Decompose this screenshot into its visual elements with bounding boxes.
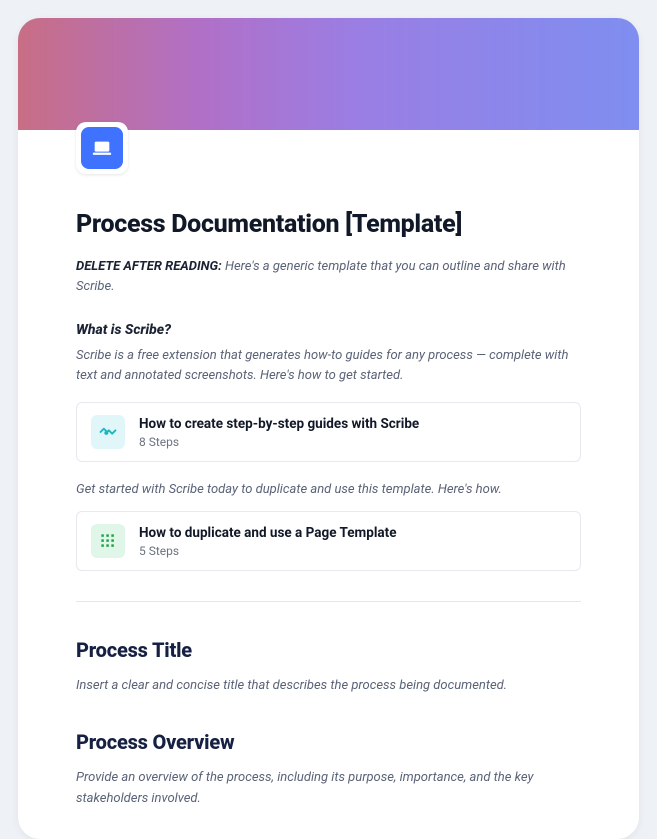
what-is-heading: What is Scribe? [76,322,581,338]
divider [76,601,581,602]
guide-info: How to create step-by-step guides with S… [139,416,419,449]
delete-note-label: DELETE AFTER READING: [76,259,222,274]
hero-gradient [18,18,639,130]
what-is-body: Scribe is a free extension that generate… [76,346,581,386]
between-text: Get started with Scribe today to duplica… [76,482,581,497]
document-body: Process Documentation [Template] DELETE … [18,130,639,839]
grid-icon [91,524,125,558]
section-heading-overview: Process Overview [76,730,581,754]
delete-note: DELETE AFTER READING: Here's a generic t… [76,257,581,296]
guide-info: How to duplicate and use a Page Template… [139,525,396,558]
guide-title: How to duplicate and use a Page Template [139,525,396,541]
guide-card-create[interactable]: How to create step-by-step guides with S… [76,402,581,462]
section-desc-title: Insert a clear and concise title that de… [76,676,581,696]
document-card: Process Documentation [Template] DELETE … [18,18,639,839]
guide-title: How to create step-by-step guides with S… [139,416,419,432]
page-title: Process Documentation [Template] [76,210,581,239]
section-desc-overview: Provide an overview of the process, incl… [76,768,581,808]
handshake-icon [91,415,125,449]
guide-card-duplicate[interactable]: How to duplicate and use a Page Template… [76,511,581,571]
guide-steps: 5 Steps [139,544,396,558]
guide-steps: 8 Steps [139,435,419,449]
section-heading-title: Process Title [76,638,581,662]
laptop-icon [81,127,123,169]
hero-icon-container [76,122,128,174]
